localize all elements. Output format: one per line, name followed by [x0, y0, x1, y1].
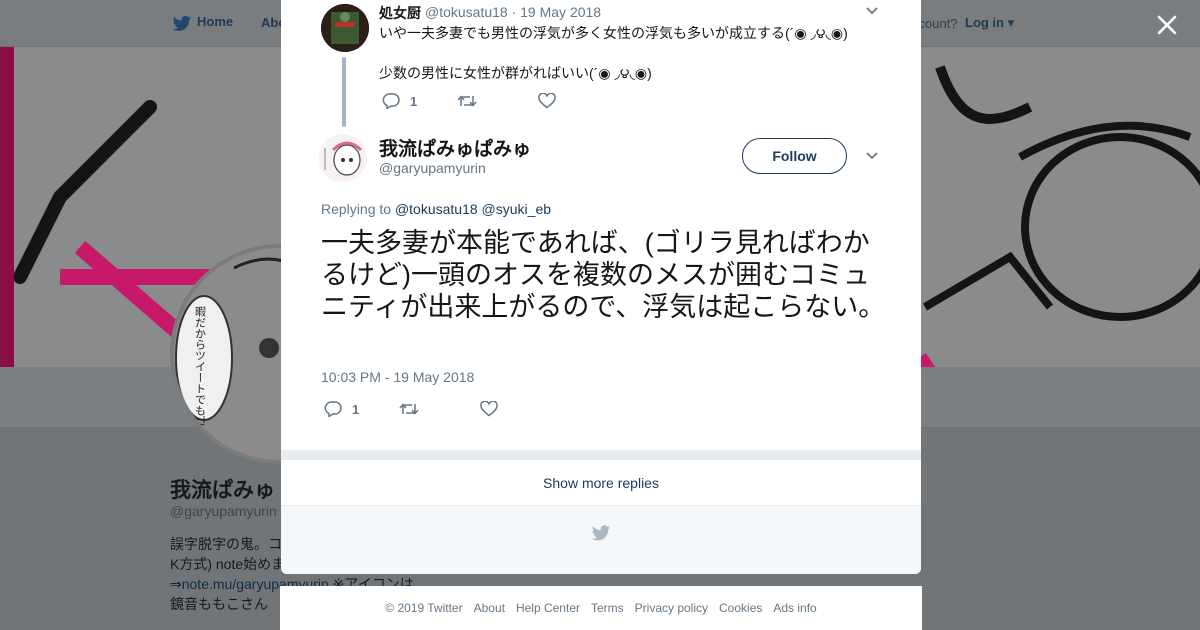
profile-handle: @garyupamyurin: [170, 503, 277, 519]
bio-arrow: ⇒: [170, 576, 182, 592]
show-more-replies-link[interactable]: Show more replies: [281, 460, 921, 506]
tweet1-text-line1: いや一夫多妻でも男性の浮気が多く女性の浮気も多いが成立する(´◉ ◞౪◟◉): [379, 25, 848, 41]
footer-privacy-link[interactable]: Privacy policy: [635, 601, 708, 615]
footer-help-link[interactable]: Help Center: [516, 601, 580, 615]
tweet2-text: 一夫多妻が本能であれば、(ゴリラ見ればわかるけど)一頭のオスを複数のメスが囲むコ…: [321, 228, 886, 322]
follow-button[interactable]: Follow: [742, 138, 847, 174]
tweet1-like-button[interactable]: [538, 93, 556, 109]
heart-icon: [480, 401, 498, 417]
tweet2-avatar[interactable]: [319, 134, 367, 182]
chevron-down-icon[interactable]: [865, 6, 879, 16]
twitter-bird-icon: [172, 15, 192, 31]
footer-about-link[interactable]: About: [474, 601, 505, 615]
retweet-icon: [457, 95, 477, 107]
replying-to-line: Replying to @tokusatu18 @syuki_eb: [321, 201, 551, 217]
footer-ads-link[interactable]: Ads info: [773, 601, 816, 615]
twitter-bird-icon: [591, 525, 611, 541]
tweet2-retweet-button[interactable]: [399, 402, 419, 416]
modal-footer: [281, 506, 921, 574]
tweet1-avatar[interactable]: [321, 4, 369, 52]
tweet2-like-button[interactable]: [480, 401, 498, 417]
tweet2-author-name[interactable]: 我流ぱみゅぱみゅ: [379, 134, 531, 161]
footer-copyright: © 2019 Twitter: [385, 601, 463, 615]
heart-icon: [538, 93, 556, 109]
nav-home-link[interactable]: Home: [197, 14, 233, 29]
chevron-down-icon[interactable]: [865, 151, 879, 161]
tweet2-reply-count: 1: [352, 401, 360, 417]
login-link[interactable]: Log in ▾: [965, 15, 1014, 31]
tweet2-author-handle[interactable]: @garyupamyurin: [379, 160, 486, 176]
replying-to-label: Replying to: [321, 201, 395, 217]
tweet1-handle-date[interactable]: @tokusatu18 · 19 May 2018: [425, 4, 601, 20]
footer-cookies-link[interactable]: Cookies: [719, 601, 762, 615]
thread-connector: [342, 57, 346, 127]
tweet1-actions: 1: [382, 93, 556, 109]
tweet2-timestamp[interactable]: 10:03 PM - 19 May 2018: [321, 369, 474, 385]
tweet-permalink-modal: 処女厨 @tokusatu18 · 19 May 2018 いや一夫多妻でも男性…: [281, 0, 921, 574]
page-footer: © 2019 Twitter About Help Center Terms P…: [280, 586, 922, 630]
section-divider: [281, 450, 921, 460]
tweet1-reply-count: 1: [410, 93, 418, 109]
footer-terms-link[interactable]: Terms: [591, 601, 624, 615]
profile-name: 我流ぱみゅ: [170, 479, 275, 502]
tweet1-retweet-button[interactable]: [457, 94, 477, 108]
reply-icon: [324, 401, 342, 417]
tweet1-reply-button[interactable]: 1: [382, 93, 417, 109]
banner-strip: [0, 47, 14, 367]
mention-link[interactable]: @tokusatu18: [395, 201, 478, 217]
retweet-icon: [399, 403, 419, 415]
tweet2-actions: 1: [324, 401, 498, 417]
reply-icon: [382, 93, 400, 109]
tweet2-reply-button[interactable]: 1: [324, 401, 359, 417]
mention-link[interactable]: @syuki_eb: [482, 201, 551, 217]
login-label: Log in: [965, 15, 1004, 30]
tweet1-text-line2: 少数の男性に女性が群がればいい(´◉ ◞౪◟◉): [379, 65, 652, 81]
tweet1-author-name[interactable]: 処女厨: [379, 3, 421, 23]
close-icon[interactable]: [1152, 10, 1182, 40]
